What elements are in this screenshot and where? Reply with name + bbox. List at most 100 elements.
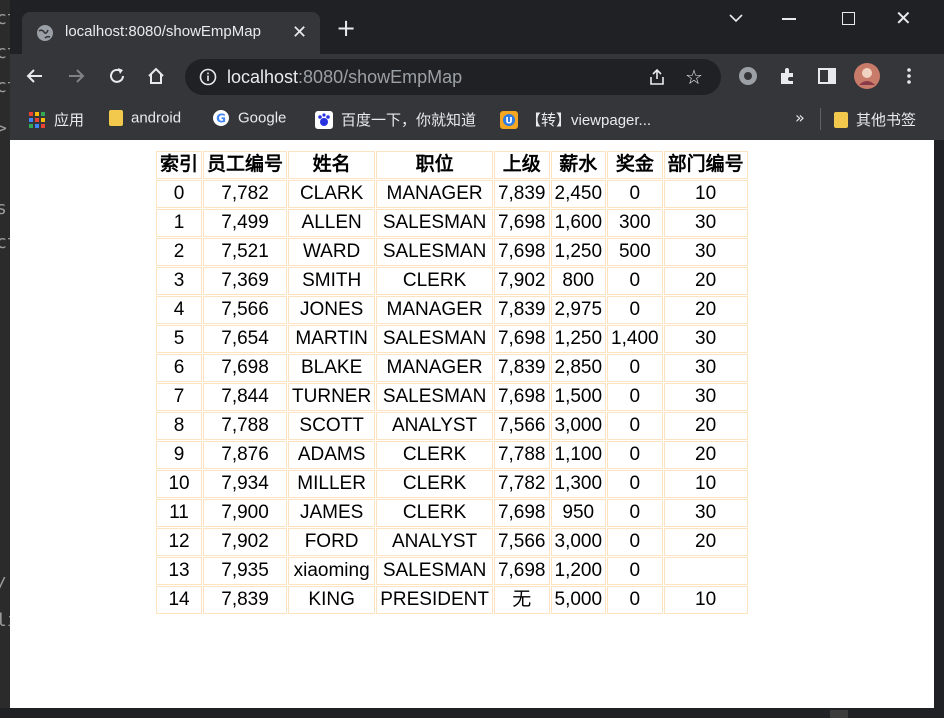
folder-icon <box>109 110 123 127</box>
table-cell: MARTIN <box>288 325 376 353</box>
table-cell: 0 <box>607 412 663 440</box>
table-row: 0 7,782 CLARK MANAGER 7,839 2,450 0 10 <box>156 180 748 208</box>
folder-icon <box>834 111 848 128</box>
bookmark-google[interactable]: G Google <box>212 109 286 129</box>
table-cell: 1,300 <box>550 470 607 498</box>
table-cell: 0 <box>607 557 663 585</box>
table-cell: 7,698 <box>493 209 550 237</box>
table-cell: 7,566 <box>203 296 288 324</box>
home-icon[interactable] <box>145 65 167 87</box>
table-cell: 0 <box>607 383 663 411</box>
table-cell: 30 <box>663 238 748 266</box>
tab-search-chevron-icon[interactable] <box>726 8 746 28</box>
table-cell: 7,839 <box>493 180 550 208</box>
table-row: 11 7,900 JAMES CLERK 7,698 950 0 30 <box>156 499 748 527</box>
table-cell: 20 <box>663 267 748 295</box>
google-icon: G <box>213 110 229 127</box>
table-cell: SALESMAN <box>376 209 493 237</box>
bookmark-baidu[interactable]: 百度一下，你就知道 <box>315 109 476 129</box>
profile-avatar[interactable] <box>854 63 880 89</box>
menu-kebab-icon[interactable] <box>898 65 920 87</box>
new-tab-icon[interactable]: + <box>336 16 356 40</box>
page-content: 索引 员工编号 姓名 职位 上级 薪水 奖金 部门编号 0 7,782 CLARK MANAGER 7… <box>10 140 934 708</box>
bookmark-apps[interactable]: 应用 <box>28 109 84 129</box>
table-cell: CLERK <box>376 470 493 498</box>
table-cell: SALESMAN <box>376 238 493 266</box>
side-panel-icon[interactable] <box>816 65 838 87</box>
table-cell: PRESIDENT <box>376 586 493 614</box>
table-cell: WARD <box>288 238 376 266</box>
tab-close-icon[interactable]: ✕ <box>292 22 307 43</box>
scrollbar-fragment <box>830 710 848 718</box>
table-cell: FORD <box>288 528 376 556</box>
table-cell: MANAGER <box>376 180 493 208</box>
table-row: 9 7,876 ADAMS CLERK 7,788 1,100 0 20 <box>156 441 748 469</box>
bookmark-viewpager[interactable]: U 【转】viewpager... <box>500 109 651 129</box>
extension-circle-icon[interactable] <box>737 65 759 87</box>
table-cell: 0 <box>156 180 203 208</box>
table-cell: 7,698 <box>203 354 288 382</box>
table-cell: 7,839 <box>493 354 550 382</box>
table-cell: KING <box>288 586 376 614</box>
column-header: 姓名 <box>288 151 376 179</box>
table-cell: 7,369 <box>203 267 288 295</box>
table-row: 7 7,844 TURNER SALESMAN 7,698 1,500 0 30 <box>156 383 748 411</box>
table-cell: 5,000 <box>550 586 607 614</box>
table-row: 1 7,499 ALLEN SALESMAN 7,698 1,600 300 30 <box>156 209 748 237</box>
employee-table: 索引 员工编号 姓名 职位 上级 薪水 奖金 部门编号 0 7,782 CLARK MANAGER 7… <box>155 150 749 615</box>
table-cell: 4 <box>156 296 203 324</box>
close-window-icon[interactable]: ✕ <box>895 6 912 30</box>
table-cell: 1,250 <box>550 238 607 266</box>
extensions-puzzle-icon[interactable] <box>777 65 799 87</box>
table-cell: 7,698 <box>493 499 550 527</box>
column-header: 奖金 <box>607 151 663 179</box>
table-cell: 2,450 <box>550 180 607 208</box>
column-header: 索引 <box>156 151 203 179</box>
table-cell: TURNER <box>288 383 376 411</box>
bookmarks-overflow-icon[interactable]: » <box>795 108 805 127</box>
table-cell: JONES <box>288 296 376 324</box>
baidu-icon <box>315 110 333 129</box>
bookmark-star-icon[interactable]: ☆ <box>685 65 703 89</box>
table-cell: 12 <box>156 528 203 556</box>
table-cell: 1,250 <box>550 325 607 353</box>
maximize-icon[interactable] <box>842 12 855 25</box>
share-icon[interactable] <box>647 67 667 87</box>
editor-text-fragment: / <box>0 574 7 595</box>
svg-text:U: U <box>505 116 512 126</box>
table-cell: 7,902 <box>493 267 550 295</box>
table-cell: ADAMS <box>288 441 376 469</box>
editor-text-fragment: li <box>0 610 10 631</box>
bookmark-other[interactable]: 其他书签 <box>834 109 916 129</box>
reload-icon[interactable] <box>106 65 128 87</box>
table-cell: 3,000 <box>550 528 607 556</box>
column-header: 部门编号 <box>663 151 748 179</box>
table-cell: 20 <box>663 412 748 440</box>
table-cell: MILLER <box>288 470 376 498</box>
column-header: 员工编号 <box>203 151 288 179</box>
bookmarks-bar: 应用 android G Google 百度一下，你就知道 U 【转】viewp… <box>10 100 944 140</box>
table-cell: 0 <box>607 354 663 382</box>
table-cell: 7,698 <box>493 325 550 353</box>
site-info-icon[interactable] <box>199 68 217 86</box>
toolbar: localhost:8080/showEmpMap ☆ <box>10 54 944 100</box>
table-cell: 2,975 <box>550 296 607 324</box>
table-cell: MANAGER <box>376 354 493 382</box>
table-cell: 13 <box>156 557 203 585</box>
table-cell: 14 <box>156 586 203 614</box>
table-cell: 0 <box>607 296 663 324</box>
back-arrow-icon[interactable] <box>24 65 46 87</box>
bookmark-android[interactable]: android <box>109 109 181 129</box>
table-cell: 0 <box>607 470 663 498</box>
minimize-icon[interactable] <box>782 18 796 20</box>
forward-arrow-icon[interactable] <box>65 65 87 87</box>
table-cell: 800 <box>550 267 607 295</box>
table-cell: 10 <box>663 180 748 208</box>
table-cell: ALLEN <box>288 209 376 237</box>
table-cell: 8 <box>156 412 203 440</box>
table-header-row: 索引 员工编号 姓名 职位 上级 薪水 奖金 部门编号 <box>156 151 748 179</box>
table-cell: 1,100 <box>550 441 607 469</box>
table-cell: MANAGER <box>376 296 493 324</box>
browser-tab[interactable]: localhost:8080/showEmpMap ✕ <box>22 12 320 54</box>
address-bar[interactable]: localhost:8080/showEmpMap ☆ <box>185 59 721 95</box>
